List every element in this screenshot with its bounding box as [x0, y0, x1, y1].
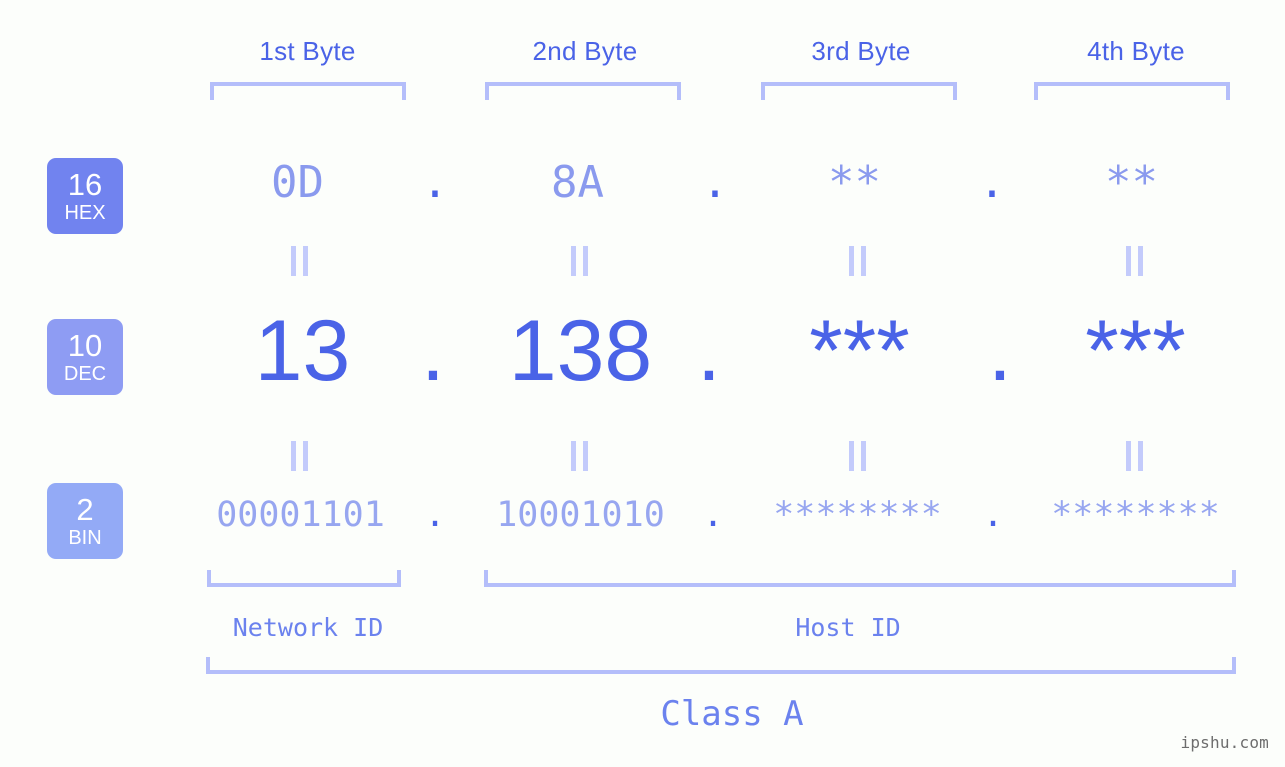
equals-separator-dec-bin-2 [571, 441, 590, 471]
hex-octet-4: ** [1105, 157, 1158, 208]
base-badge-bin: 2 BIN [47, 483, 123, 559]
dec-octet-3: *** [809, 303, 910, 399]
bin-octet-1: 00001101 [216, 495, 385, 535]
site-watermark: ipshu.com [1180, 733, 1269, 752]
base-badge-dec: 10 DEC [47, 319, 123, 395]
class-label: Class A [660, 694, 804, 734]
byte-header-label-2: 2nd Byte [532, 36, 638, 66]
host-id-label: Host ID [795, 613, 901, 642]
byte-header-label-1: 1st Byte [259, 36, 356, 66]
base-badge-bin-number: 2 [76, 491, 94, 527]
base-badge-bin-name: BIN [68, 526, 102, 549]
byte-bracket-2 [485, 82, 681, 100]
byte-header-label-4: 4th Byte [1087, 36, 1185, 66]
hex-separator-2: . [701, 157, 729, 208]
class-bracket [206, 657, 1236, 674]
dec-octet-1: 13 [254, 303, 351, 399]
hex-octet-2: 8A [551, 157, 604, 208]
base-badge-hex-number: 16 [67, 166, 103, 202]
dec-separator-2: . [697, 303, 721, 399]
byte-header-label-3: 3rd Byte [811, 36, 911, 66]
network-id-label: Network ID [232, 613, 384, 642]
equals-separator-hex-dec-3 [849, 246, 868, 276]
base-badge-hex-name: HEX [64, 201, 106, 224]
bin-separator-3: . [982, 495, 1004, 535]
hex-separator-1: . [421, 157, 449, 208]
base-badge-dec-number: 10 [67, 327, 103, 363]
base-badge-hex: 16 HEX [47, 158, 123, 234]
host-id-bracket [484, 570, 1236, 587]
equals-separator-hex-dec-2 [571, 246, 590, 276]
byte-bracket-1 [210, 82, 406, 100]
equals-separator-dec-bin-3 [849, 441, 868, 471]
bin-octet-2: 10001010 [496, 495, 665, 535]
bin-octet-4: ******** [1051, 495, 1220, 535]
dec-separator-1: . [421, 303, 445, 399]
bin-separator-1: . [424, 495, 446, 535]
ip-address-breakdown-diagram: 1st Byte 2nd Byte 3rd Byte 4th Byte 16 H… [0, 0, 1285, 767]
bin-octet-3: ******** [773, 495, 942, 535]
network-id-bracket [207, 570, 401, 587]
equals-separator-dec-bin-1 [291, 441, 310, 471]
dec-octet-4: *** [1085, 303, 1186, 399]
bin-separator-2: . [702, 495, 724, 535]
equals-separator-dec-bin-4 [1126, 441, 1145, 471]
hex-octet-3: ** [828, 157, 881, 208]
hex-octet-1: 0D [271, 157, 324, 208]
equals-separator-hex-dec-1 [291, 246, 310, 276]
dec-octet-2: 138 [508, 303, 653, 399]
equals-separator-hex-dec-4 [1126, 246, 1145, 276]
byte-bracket-4 [1034, 82, 1230, 100]
hex-separator-3: . [978, 157, 1006, 208]
byte-bracket-3 [761, 82, 957, 100]
base-badge-dec-name: DEC [63, 362, 107, 385]
